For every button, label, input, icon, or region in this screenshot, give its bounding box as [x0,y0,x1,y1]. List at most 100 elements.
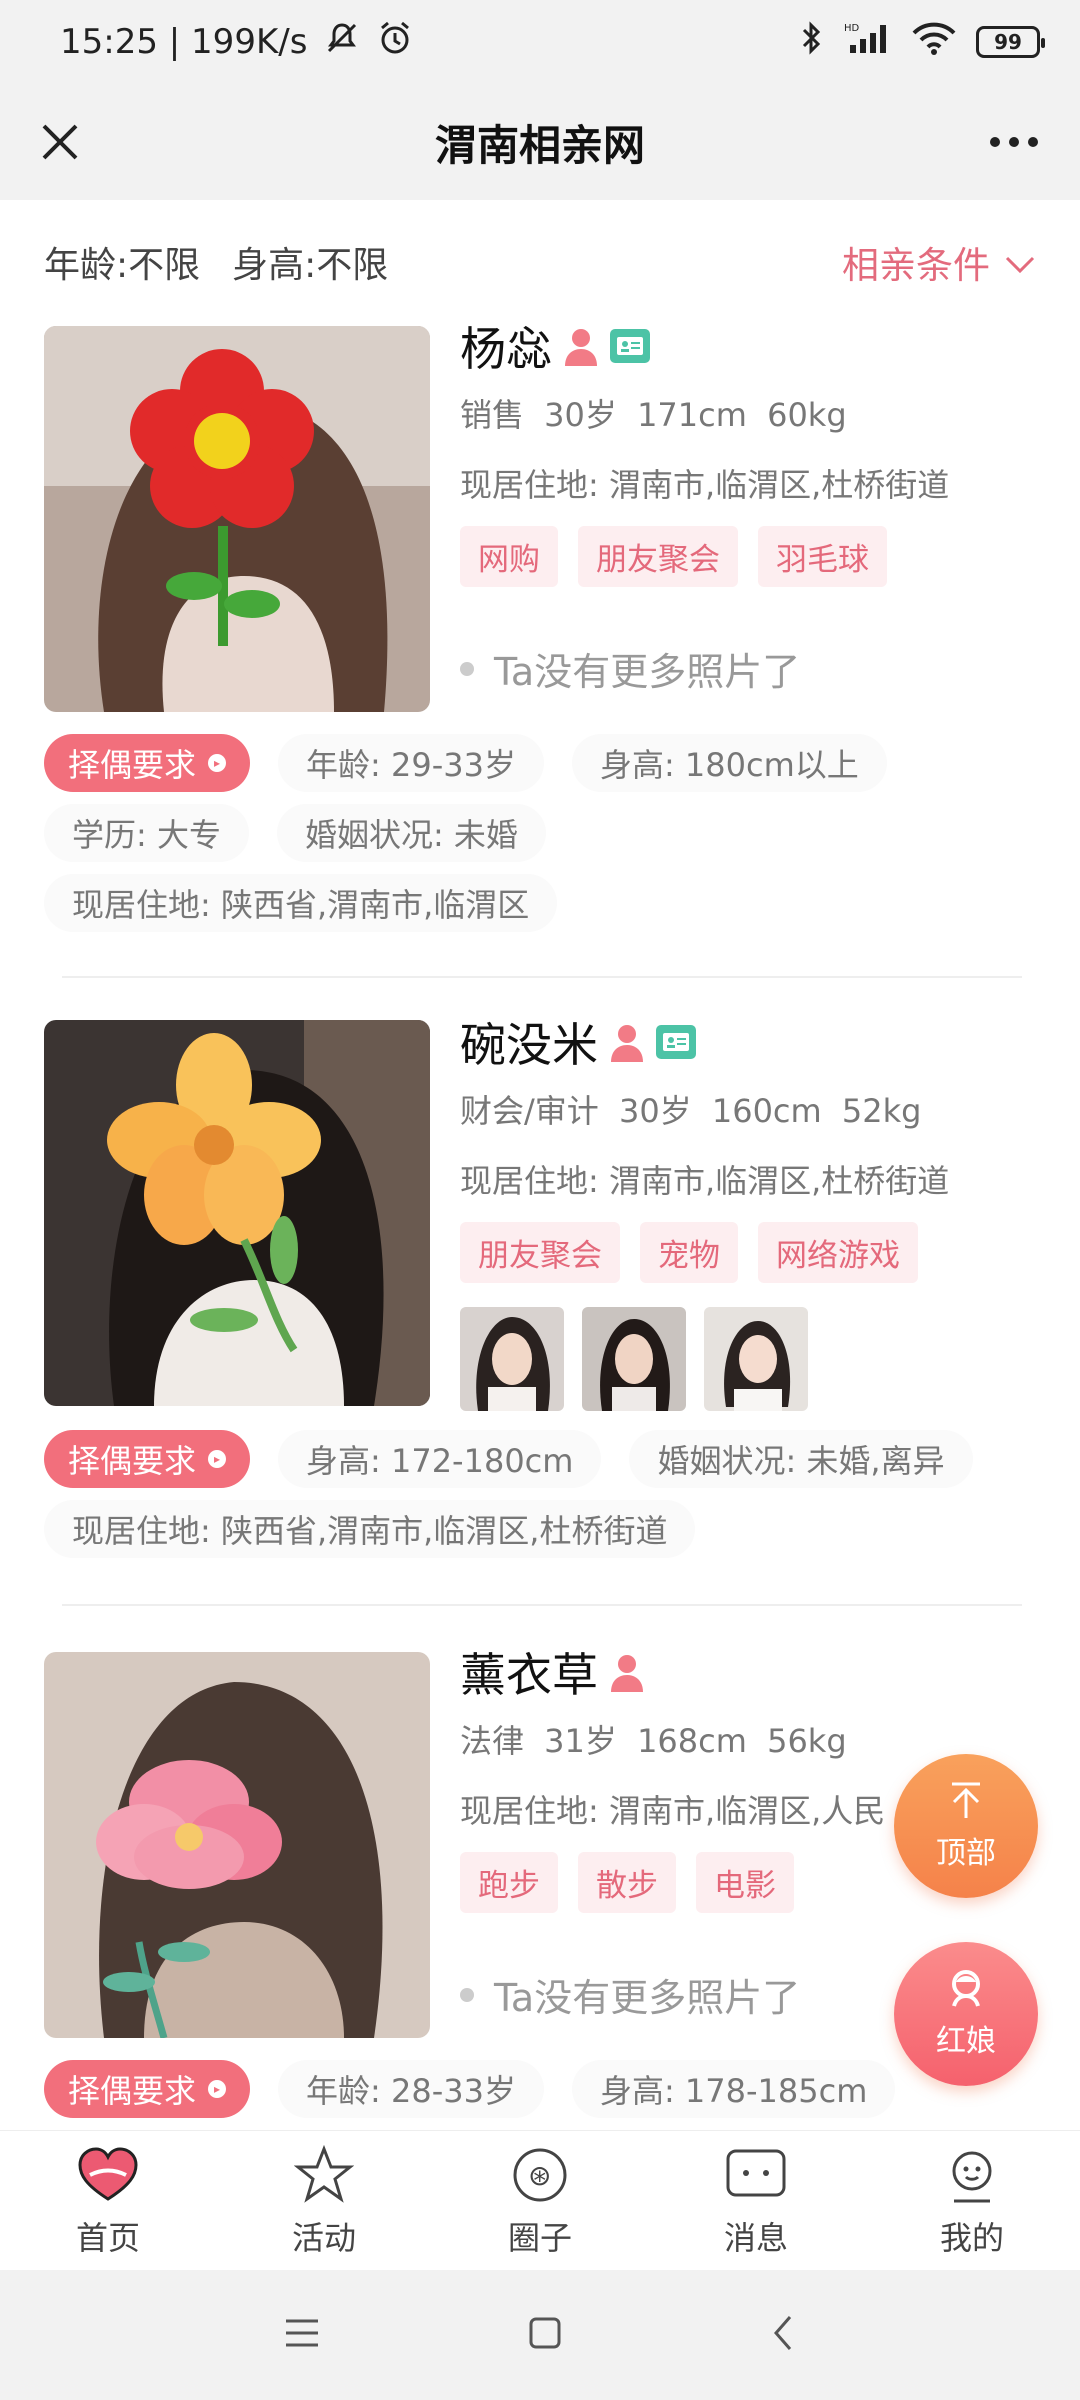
interest-tag: 网络游戏 [758,1222,918,1283]
back-to-top-button[interactable]: 顶部 [894,1754,1038,1898]
no-more-photos: Ta没有更多照片了 [460,641,1040,696]
signal-icon: HD [844,21,892,64]
tab-bar: 首页 活动 ⊛ 圈子 消息 我的 [0,2130,1080,2270]
filter-age[interactable]: 年龄:不限 [44,236,200,288]
requirement-item: 身高: 172-180cm [278,1430,602,1488]
interest-tag: 朋友聚会 [578,526,738,587]
message-icon [724,2143,788,2207]
photo-thumbnail[interactable] [704,1307,808,1411]
profile-meta: 财会/审计 30岁 160cm 52kg [460,1092,922,1130]
interest-tag: 跑步 [460,1852,558,1913]
bullet-icon [460,661,474,676]
interest-tag: 电影 [696,1852,794,1913]
conditions-button[interactable]: 相亲条件 [842,235,1036,289]
matchmaker-button[interactable]: 红娘 [894,1942,1038,2086]
requirements: 择偶要求 ▸ 年龄: 29-33岁 身高: 180cm以上 学历: 大专 婚姻状… [44,728,1044,938]
requirement-item: 婚姻状况: 未婚,离异 [629,1430,973,1488]
status-right: HD 99 [800,20,1045,65]
menu-icon[interactable] [282,2316,322,2354]
interest-tag: 网购 [460,526,558,587]
user-verified-icon [562,326,600,366]
requirements-label: 择偶要求 [68,746,197,784]
id-verified-icon [656,1025,696,1059]
arrow-right-icon: ▸ [208,754,227,772]
requirements-label: 择偶要求 [68,1442,197,1480]
requirement-item: 年龄: 28-33岁 [278,2060,544,2118]
svg-text:HD: HD [844,23,860,34]
id-verified-icon [610,329,650,363]
tab-activity[interactable]: 活动 [224,2143,424,2259]
back-to-top-label: 顶部 [936,1836,996,1871]
nav-bar: 渭南相亲网 [0,84,1080,200]
svg-text:⊛: ⊛ [528,2159,551,2192]
battery-icon: 99 [976,26,1045,58]
requirements-button[interactable]: 择偶要求 ▸ [44,2060,251,2118]
tab-circle[interactable]: ⊛ 圈子 [440,2143,640,2259]
matchmaker-label: 红娘 [936,2024,996,2059]
tab-label: 活动 [291,2218,356,2257]
interest-tag: 宠物 [640,1222,738,1283]
tab-messages[interactable]: 消息 [656,2143,856,2259]
requirement-item: 现居住地: 陕西省,渭南市,临渭区 [44,874,558,932]
user-verified-icon [608,1022,646,1062]
circle-icon: ⊛ [508,2143,572,2207]
tab-label: 消息 [723,2218,788,2257]
status-time-speed: 15:25 | 199K/s [60,22,308,62]
heart-icon [76,2143,140,2207]
wifi-icon [912,21,956,64]
matchmaker-icon [944,1968,988,2016]
conditions-label: 相亲条件 [842,244,990,287]
profile-address: 现居住地: 渭南市,临渭区,杜桥街道 [460,1162,950,1200]
bluetooth-icon [800,20,824,65]
home-icon[interactable] [527,2315,563,2355]
back-icon[interactable] [768,2313,798,2357]
requirements-button[interactable]: 择偶要求 ▸ [44,1430,251,1488]
tab-profile[interactable]: 我的 [872,2143,1072,2259]
star-icon [292,2143,356,2207]
status-bar: 15:25 | 199K/s HD 99 [0,0,1080,84]
profile-photo[interactable] [44,1652,430,2038]
profile-info: 杨惢 销售 30岁 171cm 60kg 现居住地: 渭南市,临渭区,杜桥街道 … [460,324,1040,696]
profile-name[interactable]: 碗没米 [460,1009,598,1075]
arrow-right-icon: ▸ [208,2080,227,2098]
photo-thumbnails [460,1307,1040,1411]
requirement-item: 婚姻状况: 未婚 [276,804,546,862]
tab-label: 圈子 [507,2218,572,2257]
divider [62,976,1022,978]
requirements-button[interactable]: 择偶要求 ▸ [44,734,251,792]
requirement-item: 学历: 大专 [44,804,249,862]
page-title: 渭南相亲网 [434,120,645,170]
requirement-item: 身高: 178-185cm [571,2060,896,2118]
photo-thumbnail[interactable] [460,1307,564,1411]
profile-photo[interactable] [44,1020,430,1406]
no-more-photos-text: Ta没有更多照片了 [494,1976,801,2020]
interest-tags: 朋友聚会 宠物 网络游戏 [460,1222,1040,1283]
filter-height[interactable]: 身高:不限 [232,236,388,288]
requirement-item: 身高: 180cm以上 [571,734,887,792]
mute-icon [323,21,361,63]
system-nav [0,2270,1080,2400]
filter-bar: 年龄:不限 身高:不限 相亲条件 [0,200,1080,324]
profile-meta: 销售 30岁 171cm 60kg [460,396,847,434]
arrow-up-icon [946,1780,986,1828]
interest-tags: 网购 朋友聚会 羽毛球 [460,526,1040,587]
profile-info: 碗没米 财会/审计 30岁 160cm 52kg 现居住地: 渭南市,临渭区,杜… [460,1012,1040,1411]
status-left: 15:25 | 199K/s [60,20,413,64]
close-icon[interactable] [32,114,88,170]
alarm-icon [377,20,413,64]
profile-name[interactable]: 杨惢 [460,324,552,379]
profile-address: 现居住地: 渭南市,临渭区,杜桥街道 [460,466,950,504]
more-icon[interactable] [982,114,1046,170]
profile-name[interactable]: 薰衣草 [460,1639,598,1705]
profile-icon [940,2143,1004,2207]
tab-label: 首页 [75,2218,140,2257]
bullet-icon [460,1987,474,2002]
requirement-item: 现居住地: 陕西省,渭南市,临渭区,杜桥街道 [44,1500,696,1558]
profile-photo[interactable] [44,326,430,712]
interest-tag: 散步 [578,1852,676,1913]
photo-thumbnail[interactable] [582,1307,686,1411]
battery-level: 99 [994,30,1022,54]
tab-home[interactable]: 首页 [8,2143,208,2259]
requirements: 择偶要求 ▸ 年龄: 28-33岁 身高: 178-185cm [44,2054,1044,2124]
requirements-label: 择偶要求 [68,2072,197,2110]
